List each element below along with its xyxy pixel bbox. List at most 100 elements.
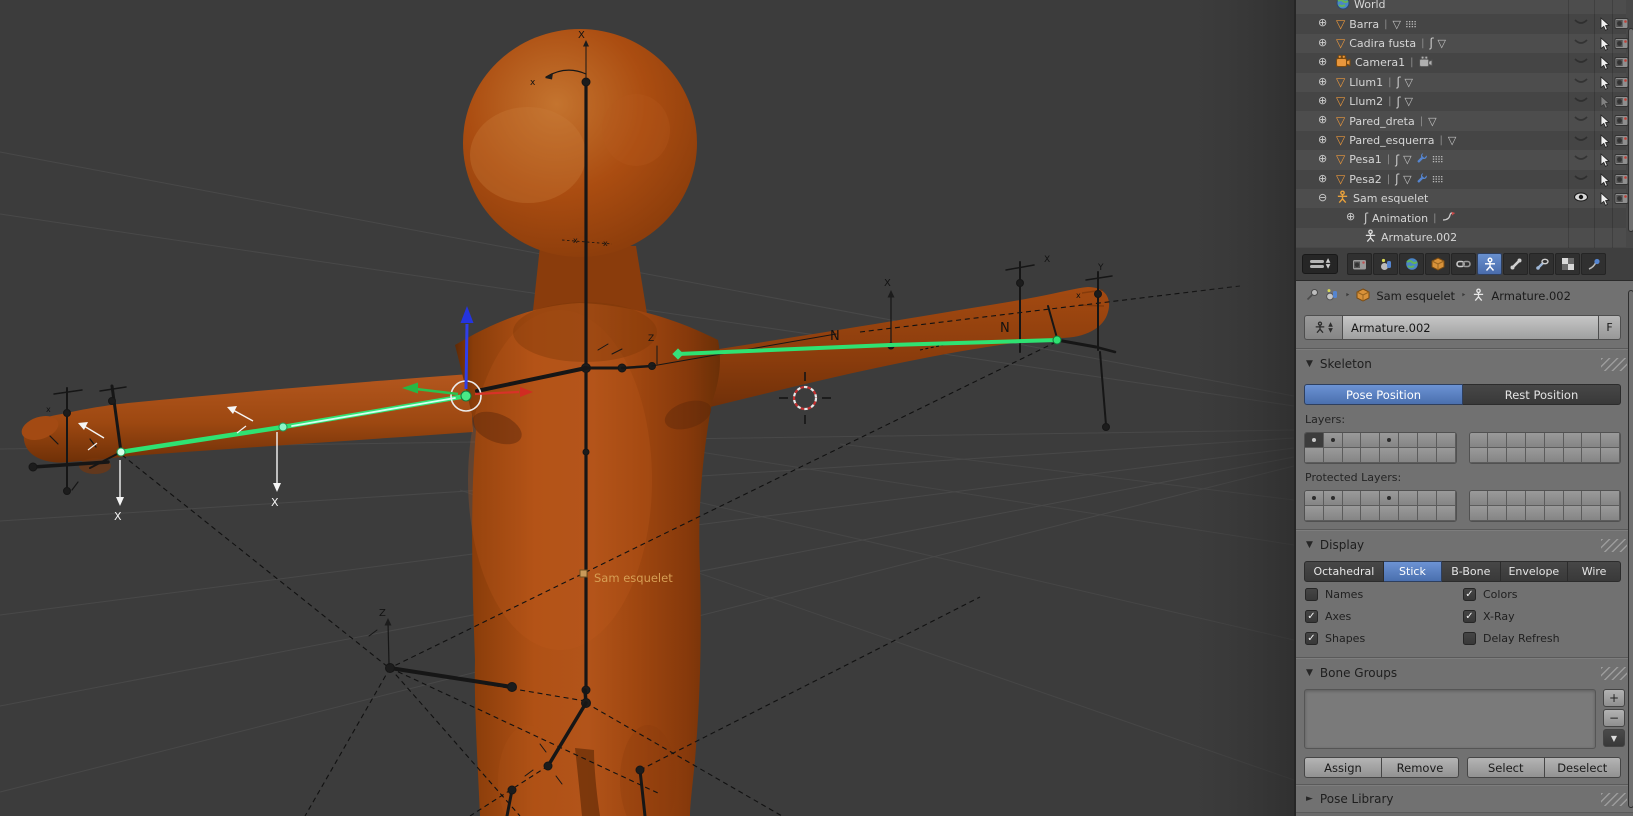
panel-grip-icon[interactable] <box>1601 539 1627 552</box>
layer-cell[interactable] <box>1305 506 1324 521</box>
pin-icon[interactable] <box>1306 288 1319 304</box>
scene-icon[interactable] <box>1325 288 1339 304</box>
layer-cell[interactable] <box>1323 448 1343 463</box>
layer-cell[interactable] <box>1507 506 1526 521</box>
remove-bone-group-button[interactable]: − <box>1603 709 1625 727</box>
bone-groups-list[interactable] <box>1304 689 1596 749</box>
add-bone-group-button[interactable]: + <box>1603 689 1625 707</box>
layer-cell[interactable] <box>1544 448 1564 463</box>
tab-constraints[interactable] <box>1451 253 1476 275</box>
layer-cell[interactable] <box>1342 433 1362 448</box>
outliner-row-cadira-fusta[interactable]: ⊕ ▽ Cadira fusta | ʃ ▽ <box>1296 33 1628 54</box>
layer-block[interactable] <box>1304 432 1457 464</box>
display-mode-envelope[interactable]: Envelope <box>1500 561 1569 582</box>
layer-cell[interactable] <box>1563 506 1583 521</box>
assign-button[interactable]: Assign <box>1304 757 1382 778</box>
outliner-item-label[interactable]: Armature.002 <box>1381 231 1457 244</box>
panel-header-skeleton[interactable]: ▼ Skeleton <box>1296 353 1633 375</box>
rest-position-button[interactable]: Rest Position <box>1463 384 1621 405</box>
layer-cell[interactable] <box>1380 433 1400 448</box>
visibility-toggle-icon[interactable] <box>1572 37 1590 50</box>
visibility-toggle-icon[interactable] <box>1572 173 1590 186</box>
properties-scrollbar[interactable] <box>1628 290 1633 808</box>
outliner-row-barra[interactable]: ⊕ ▽ Barra | ▽ ⠿⠿ <box>1296 14 1628 34</box>
panel-header-bone-groups[interactable]: ▼ Bone Groups <box>1296 662 1633 684</box>
layer-cell[interactable] <box>1305 448 1324 463</box>
expand-toggle-icon[interactable]: ⊖ <box>1318 191 1327 204</box>
visibility-toggle-icon[interactable] <box>1572 114 1590 127</box>
layer-block[interactable] <box>1468 490 1621 522</box>
expand-toggle-icon[interactable]: ⊕ <box>1318 16 1327 29</box>
checkbox-colors[interactable]: ✓ Colors <box>1463 588 1517 601</box>
expand-toggle-icon[interactable]: ⊕ <box>1318 94 1327 107</box>
deselect-button[interactable]: Deselect <box>1544 757 1621 778</box>
tab-object-data-armature[interactable] <box>1477 253 1502 275</box>
layer-cell[interactable] <box>1563 433 1583 448</box>
checkbox-axes[interactable]: ✓ Axes <box>1305 610 1351 623</box>
outliner-item-label[interactable]: Pesa1 <box>1349 153 1381 166</box>
layer-cell[interactable] <box>1601 506 1620 521</box>
layer-cell[interactable] <box>1417 433 1437 448</box>
visibility-toggle-icon[interactable] <box>1572 17 1590 30</box>
layer-cell[interactable] <box>1488 506 1508 521</box>
visibility-toggle-icon[interactable] <box>1572 95 1590 108</box>
display-mode-b-bone[interactable]: B-Bone <box>1442 561 1501 582</box>
layer-cell[interactable] <box>1417 491 1437 506</box>
fake-user-button[interactable]: F <box>1599 315 1621 340</box>
layer-cell[interactable] <box>1342 448 1362 463</box>
bone-group-specials-button[interactable]: ▼ <box>1603 729 1625 747</box>
panel-grip-icon[interactable] <box>1601 667 1627 680</box>
outliner-item-label[interactable]: Llum1 <box>1349 76 1383 89</box>
layer-cell[interactable] <box>1305 491 1324 506</box>
pose-position-button[interactable]: Pose Position <box>1304 384 1463 405</box>
tab-bone[interactable] <box>1503 253 1528 275</box>
checkbox-shapes[interactable]: ✓ Shapes <box>1305 632 1365 645</box>
layer-cell[interactable] <box>1380 491 1400 506</box>
layer-cell[interactable] <box>1380 448 1400 463</box>
checkbox-box[interactable] <box>1463 632 1476 645</box>
outliner-item-label[interactable]: Sam esquelet <box>1353 192 1428 205</box>
layer-cell[interactable] <box>1488 448 1508 463</box>
layer-cell[interactable] <box>1361 448 1381 463</box>
layer-cell[interactable] <box>1601 448 1620 463</box>
expand-toggle-icon[interactable]: ⊕ <box>1318 152 1327 165</box>
tab-physics-checker[interactable] <box>1555 253 1580 275</box>
tab-world[interactable] <box>1399 253 1424 275</box>
layer-cell[interactable] <box>1399 433 1418 448</box>
checkbox-names[interactable]: Names <box>1305 588 1363 601</box>
layer-cell[interactable] <box>1469 491 1489 506</box>
checkbox-box[interactable]: ✓ <box>1463 588 1476 601</box>
layer-cell[interactable] <box>1525 433 1545 448</box>
checkbox-box[interactable] <box>1305 588 1318 601</box>
outliner-row-pesa2[interactable]: ⊕ ▽ Pesa2 | ʃ ▽ ⠿⠿ <box>1296 169 1628 189</box>
layer-cell[interactable] <box>1544 433 1564 448</box>
display-mode-stick[interactable]: Stick <box>1383 561 1443 582</box>
layer-cell[interactable] <box>1361 506 1381 521</box>
layer-cell[interactable] <box>1525 448 1545 463</box>
expand-toggle-icon[interactable]: ⊕ <box>1318 36 1327 49</box>
panel-grip-icon[interactable] <box>1601 793 1627 806</box>
breadcrumb-data[interactable]: Armature.002 <box>1491 289 1571 303</box>
expand-toggle-icon[interactable]: ⊕ <box>1318 113 1327 126</box>
layer-cell[interactable] <box>1507 433 1526 448</box>
tab-bone-constraints[interactable] <box>1529 253 1554 275</box>
tab-scene[interactable] <box>1373 253 1398 275</box>
visibility-toggle-icon[interactable] <box>1572 56 1590 69</box>
layer-cell[interactable] <box>1469 448 1489 463</box>
layer-cell[interactable] <box>1488 433 1508 448</box>
layer-cell[interactable] <box>1380 506 1400 521</box>
panel-grip-icon[interactable] <box>1601 358 1627 371</box>
expand-toggle-icon[interactable]: ⊕ <box>1346 210 1355 223</box>
expand-toggle-icon[interactable]: ⊕ <box>1318 133 1327 146</box>
3d-viewport[interactable]: X x x x Z N N X X Y x x Z X X Sam esquel… <box>0 0 1294 816</box>
layer-cell[interactable] <box>1601 433 1620 448</box>
layer-block[interactable] <box>1304 490 1457 522</box>
checkbox-box[interactable]: ✓ <box>1463 610 1476 623</box>
layer-cell[interactable] <box>1323 506 1343 521</box>
armature-layers-grid[interactable] <box>1304 432 1621 464</box>
layer-cell[interactable] <box>1436 506 1456 521</box>
layer-cell[interactable] <box>1563 448 1583 463</box>
outliner-row-sam-esquelet[interactable]: ⊖ Sam esquelet <box>1296 189 1628 209</box>
layer-cell[interactable] <box>1436 491 1456 506</box>
datablock-type-button[interactable]: ▲ ▼ <box>1304 315 1342 340</box>
